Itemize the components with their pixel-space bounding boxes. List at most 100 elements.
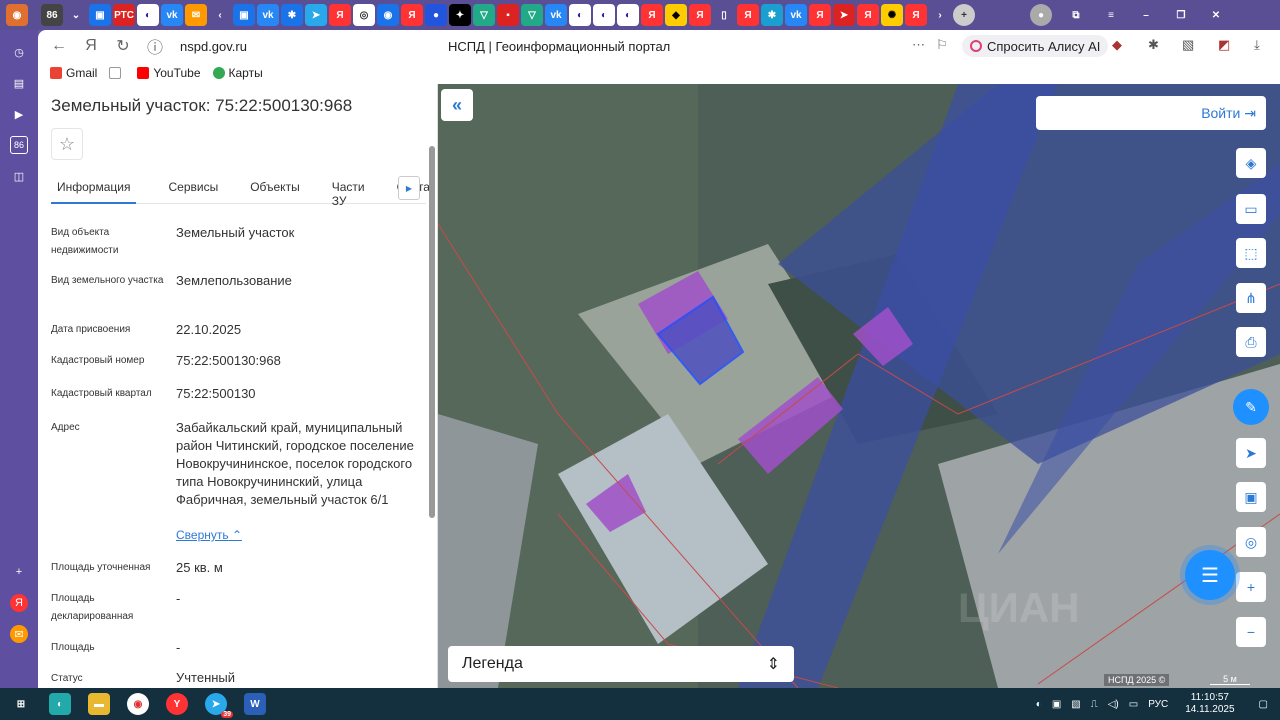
url-field[interactable]: nspd.gov.ru: [180, 39, 247, 54]
profile-icon[interactable]: ●: [1030, 4, 1052, 26]
telegram-icon[interactable]: ➤ 39: [205, 693, 233, 718]
collections-icon[interactable]: ⧉: [1065, 4, 1087, 26]
tab-favicon-rts[interactable]: РТС: [113, 4, 135, 26]
wallet-icon[interactable]: ▧: [1182, 37, 1194, 53]
site-info-icon[interactable]: ⓘ: [144, 34, 166, 58]
chevron-down-icon[interactable]: ⌄: [65, 4, 87, 26]
bookmark-icon[interactable]: ⚐: [936, 37, 948, 53]
tab-favicon-vk[interactable]: vk: [545, 4, 567, 26]
alice-button[interactable]: Спросить Алису AI: [962, 35, 1109, 57]
tab-favicon[interactable]: ➤: [833, 4, 855, 26]
tab-favicon[interactable]: ▣: [89, 4, 111, 26]
history-icon[interactable]: ◷: [10, 43, 28, 61]
layers-icon[interactable]: ◈: [1236, 148, 1266, 178]
chat-icon[interactable]: ☰: [1185, 550, 1235, 600]
tab-favicon[interactable]: ▣: [233, 4, 255, 26]
bookmark-youtube[interactable]: YouTube: [137, 66, 201, 80]
assistant-icon[interactable]: ✎: [1233, 389, 1269, 425]
keyboard-language[interactable]: РУС: [1148, 699, 1168, 710]
sidebar-counter[interactable]: 86: [10, 136, 28, 154]
file-explorer-icon[interactable]: ▬: [88, 693, 110, 715]
print-icon[interactable]: ⎙: [1236, 327, 1266, 357]
screenshot-icon[interactable]: ◫: [10, 167, 28, 185]
reload-icon[interactable]: ↻: [112, 36, 134, 56]
scrollbar-thumb[interactable]: [429, 146, 435, 518]
document-icon[interactable]: ▯: [713, 4, 735, 26]
browser-logo-icon[interactable]: ◉: [6, 4, 28, 26]
tab-favicon[interactable]: ▽: [521, 4, 543, 26]
ruler-icon[interactable]: ▭: [1236, 194, 1266, 224]
scrollbar[interactable]: [427, 84, 437, 688]
notifications-icon[interactable]: ▢: [1259, 699, 1268, 710]
yandex-icon[interactable]: Я: [80, 37, 102, 55]
tab-favicon[interactable]: ▪: [497, 4, 519, 26]
tab-counter[interactable]: 86: [41, 4, 63, 26]
tab-favicon-yandex[interactable]: Я: [641, 4, 663, 26]
map-view[interactable]: « Войти ⇥ ◈ ▭ ⬚ ⋔ ⎙ ✎ ➤ ▣ ◎ + − ☰ ЦИАН Л…: [438, 84, 1280, 688]
minimize-icon[interactable]: –: [1135, 4, 1157, 26]
chrome-icon[interactable]: ◉: [127, 693, 149, 715]
chevron-right-icon[interactable]: ›: [929, 4, 951, 26]
bookmark-blank[interactable]: [109, 67, 125, 79]
tab-favicon[interactable]: ✦: [449, 4, 471, 26]
nvidia-icon[interactable]: ▣: [1052, 699, 1061, 710]
tab-favicon[interactable]: ▽: [473, 4, 495, 26]
word-icon[interactable]: W: [244, 693, 266, 715]
geolocation-icon[interactable]: ◎: [1236, 527, 1266, 557]
tab-favicon[interactable]: ◉: [377, 4, 399, 26]
taskbar-app-icon[interactable]: ◐: [49, 693, 71, 715]
tab-favicon[interactable]: ✱: [281, 4, 303, 26]
extensions-icon[interactable]: ✱: [1148, 37, 1159, 53]
zoom-in-icon[interactable]: +: [1236, 572, 1266, 602]
tab-services[interactable]: Сервисы: [162, 174, 218, 204]
tab-favicon[interactable]: ✱: [761, 4, 783, 26]
tab-favicon[interactable]: ◐: [593, 4, 615, 26]
login-button[interactable]: Войти ⇥: [1036, 96, 1266, 130]
restore-icon[interactable]: ❐: [1170, 4, 1192, 26]
tab-favicon-vk[interactable]: vk: [785, 4, 807, 26]
tab-favicon[interactable]: ●: [425, 4, 447, 26]
legend-dropdown[interactable]: Легенда ⇕: [448, 646, 794, 682]
favorite-star-icon[interactable]: ☆: [51, 128, 83, 160]
tab-favicon[interactable]: ◆: [665, 4, 687, 26]
tab-favicon-yandex[interactable]: Я: [857, 4, 879, 26]
volume-icon[interactable]: ◁): [1108, 699, 1119, 710]
video-icon[interactable]: ▶: [10, 105, 28, 123]
tray-app-icon[interactable]: ◐: [1036, 699, 1042, 710]
windows-start-icon[interactable]: ⊞: [10, 693, 32, 715]
menu-icon[interactable]: ≡: [1100, 4, 1122, 26]
tab-favicon-vk[interactable]: vk: [257, 4, 279, 26]
new-tab-icon[interactable]: +: [953, 4, 975, 26]
minimap-icon[interactable]: ▣: [1236, 482, 1266, 512]
extension-icon[interactable]: ◩: [1218, 37, 1230, 53]
locate-icon[interactable]: ➤: [1236, 438, 1266, 468]
download-icon[interactable]: ⤓: [1254, 37, 1260, 53]
tab-favicon-yandex[interactable]: Я: [401, 4, 423, 26]
tab-favicon-yandex[interactable]: Я: [809, 4, 831, 26]
bookmark-maps[interactable]: Карты: [212, 66, 263, 80]
more-icon[interactable]: ⋯: [912, 37, 925, 53]
tab-favicon-vk[interactable]: vk: [161, 4, 183, 26]
usb-icon[interactable]: ⎍: [1091, 699, 1098, 710]
tab-favicon[interactable]: ✺: [881, 4, 903, 26]
tab-favicon-mail[interactable]: ✉: [185, 4, 207, 26]
tab-favicon-yandex[interactable]: Я: [905, 4, 927, 26]
tab-favicon[interactable]: ◐: [569, 4, 591, 26]
select-area-icon[interactable]: ⬚: [1236, 238, 1266, 268]
tab-favicon[interactable]: ◐: [137, 4, 159, 26]
tab-favicon[interactable]: ◐: [617, 4, 639, 26]
share-icon[interactable]: ⋔: [1236, 283, 1266, 313]
tab-favicon-yandex[interactable]: Я: [737, 4, 759, 26]
collapse-panel-icon[interactable]: «: [441, 89, 473, 121]
clock[interactable]: 11:10:57 14.11.2025: [1185, 692, 1234, 716]
back-icon[interactable]: ←: [48, 37, 70, 55]
mail-icon[interactable]: ✉: [10, 625, 28, 643]
yandex-browser-icon[interactable]: Y: [166, 693, 188, 715]
bookmark-gmail[interactable]: Gmail: [50, 66, 97, 80]
collapse-link[interactable]: Свернуть ⌃: [176, 528, 242, 542]
tab-favicon-yandex[interactable]: Я: [329, 4, 351, 26]
tray-app-icon[interactable]: ▧: [1071, 699, 1080, 710]
tab-favicon-yandex[interactable]: Я: [689, 4, 711, 26]
tabs-next-icon[interactable]: ▶: [398, 176, 420, 200]
tab-parts[interactable]: Части ЗУ: [326, 174, 365, 208]
